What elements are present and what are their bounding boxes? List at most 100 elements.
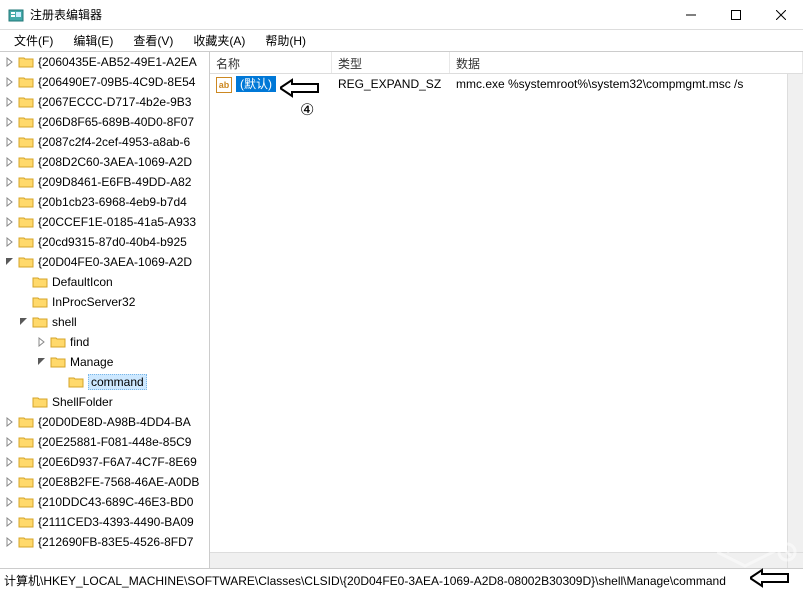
scrollbar-corner: [787, 553, 803, 568]
tree-node[interactable]: Manage: [0, 352, 209, 372]
tree-node[interactable]: shell: [0, 312, 209, 332]
tree-node[interactable]: {210DDC43-689C-46E3-BD0: [0, 492, 209, 512]
tree-node[interactable]: {20E6D937-F6A7-4C7F-8E69: [0, 452, 209, 472]
expand-icon[interactable]: [4, 536, 16, 548]
tree-node-label: {20cd9315-87d0-40b4-b925: [38, 235, 187, 249]
folder-icon: [18, 195, 34, 209]
menu-help[interactable]: 帮助(H): [255, 30, 316, 51]
folder-icon: [18, 255, 34, 269]
minimize-button[interactable]: [668, 0, 713, 30]
tree-node[interactable]: find: [0, 332, 209, 352]
tree-node[interactable]: {20cd9315-87d0-40b4-b925: [0, 232, 209, 252]
list-scrollbar-vertical[interactable]: [787, 74, 803, 552]
folder-icon: [50, 355, 66, 369]
tree-node-label: {20E6D937-F6A7-4C7F-8E69: [38, 455, 197, 469]
tree-node-label: {2060435E-AB52-49E1-A2EA: [38, 55, 197, 69]
tree-node-label: {20E25881-F081-448e-85C9: [38, 435, 191, 449]
tree-node[interactable]: {206490E7-09B5-4C9D-8E54: [0, 72, 209, 92]
expand-icon: [54, 376, 66, 388]
folder-icon: [18, 515, 34, 529]
expand-icon[interactable]: [4, 416, 16, 428]
expand-icon[interactable]: [4, 436, 16, 448]
collapse-icon[interactable]: [36, 356, 48, 368]
registry-tree[interactable]: {2060435E-AB52-49E1-A2EA {206490E7-09B5-4…: [0, 52, 210, 568]
tree-node[interactable]: {2087c2f4-2cef-4953-a8ab-6: [0, 132, 209, 152]
folder-icon: [18, 495, 34, 509]
tree-node-label: {20E8B2FE-7568-46AE-A0DB: [38, 475, 199, 489]
tree-node[interactable]: {206D8F65-689B-40D0-8F07: [0, 112, 209, 132]
tree-node[interactable]: {20D04FE0-3AEA-1069-A2D: [0, 252, 209, 272]
status-path: 计算机\HKEY_LOCAL_MACHINE\SOFTWARE\Classes\…: [4, 572, 726, 589]
tree-node-label: {210DDC43-689C-46E3-BD0: [38, 495, 193, 509]
menu-bar: 文件(F) 编辑(E) 查看(V) 收藏夹(A) 帮助(H): [0, 30, 803, 52]
tree-node[interactable]: command: [0, 372, 209, 392]
folder-icon: [32, 395, 48, 409]
tree-node[interactable]: {20E8B2FE-7568-46AE-A0DB: [0, 472, 209, 492]
column-header-type[interactable]: 类型: [332, 52, 450, 73]
tree-node[interactable]: InProcServer32: [0, 292, 209, 312]
tree-node[interactable]: {20D0DE8D-A98B-4DD4-BA: [0, 412, 209, 432]
expand-icon[interactable]: [4, 156, 16, 168]
tree-node-label: {2111CED3-4393-4490-BA09: [38, 515, 194, 529]
tree-node-label: {20CCEF1E-0185-41a5-A933: [38, 215, 196, 229]
folder-icon: [18, 455, 34, 469]
expand-icon[interactable]: [36, 336, 48, 348]
expand-icon[interactable]: [4, 196, 16, 208]
column-header-data[interactable]: 数据: [450, 52, 803, 73]
tree-node[interactable]: {2067ECCC-D717-4b2e-9B3: [0, 92, 209, 112]
value-list-pane: 名称 类型 数据 ab(默认) REG_EXPAND_SZ mmc.exe %s…: [210, 52, 803, 568]
menu-edit[interactable]: 编辑(E): [63, 30, 123, 51]
folder-icon: [18, 535, 34, 549]
expand-icon[interactable]: [4, 516, 16, 528]
expand-icon[interactable]: [4, 476, 16, 488]
list-scrollbar-horizontal[interactable]: [210, 553, 787, 568]
tree-node[interactable]: {209D8461-E6FB-49DD-A82: [0, 172, 209, 192]
folder-icon: [18, 435, 34, 449]
column-header-name[interactable]: 名称: [210, 52, 332, 73]
tree-node[interactable]: {2060435E-AB52-49E1-A2EA: [0, 52, 209, 72]
menu-favorites[interactable]: 收藏夹(A): [183, 30, 255, 51]
tree-node[interactable]: ShellFolder: [0, 392, 209, 412]
expand-icon: [18, 276, 30, 288]
tree-node-label: {20D0DE8D-A98B-4DD4-BA: [38, 415, 191, 429]
collapse-icon[interactable]: [4, 256, 16, 268]
list-footer: [210, 552, 803, 568]
expand-icon[interactable]: [4, 76, 16, 88]
expand-icon[interactable]: [4, 56, 16, 68]
close-button[interactable]: [758, 0, 803, 30]
tree-node[interactable]: {20E25881-F081-448e-85C9: [0, 432, 209, 452]
expand-icon[interactable]: [4, 236, 16, 248]
folder-icon: [18, 75, 34, 89]
collapse-icon[interactable]: [18, 316, 30, 328]
folder-icon: [18, 175, 34, 189]
tree-node[interactable]: {212690FB-83E5-4526-8FD7: [0, 532, 209, 552]
expand-icon[interactable]: [4, 136, 16, 148]
title-bar: 注册表编辑器: [0, 0, 803, 30]
expand-icon[interactable]: [4, 96, 16, 108]
tree-node-label: {2067ECCC-D717-4b2e-9B3: [38, 95, 191, 109]
maximize-button[interactable]: [713, 0, 758, 30]
tree-node[interactable]: {2111CED3-4393-4490-BA09: [0, 512, 209, 532]
expand-icon[interactable]: [4, 176, 16, 188]
folder-icon: [18, 415, 34, 429]
tree-node[interactable]: {20CCEF1E-0185-41a5-A933: [0, 212, 209, 232]
tree-node-label: {209D8461-E6FB-49DD-A82: [38, 175, 191, 189]
value-row[interactable]: ab(默认) REG_EXPAND_SZ mmc.exe %systemroot…: [210, 74, 803, 94]
tree-node[interactable]: {20b1cb23-6968-4eb9-b7d4: [0, 192, 209, 212]
tree-node-label: {208D2C60-3AEA-1069-A2D: [38, 155, 192, 169]
expand-icon[interactable]: [4, 456, 16, 468]
expand-icon[interactable]: [4, 496, 16, 508]
expand-icon: [18, 296, 30, 308]
value-cell-name[interactable]: ab(默认): [210, 75, 332, 93]
status-bar: 计算机\HKEY_LOCAL_MACHINE\SOFTWARE\Classes\…: [0, 568, 803, 592]
expand-icon[interactable]: [4, 216, 16, 228]
expand-icon[interactable]: [4, 116, 16, 128]
menu-view[interactable]: 查看(V): [123, 30, 183, 51]
tree-node[interactable]: DefaultIcon: [0, 272, 209, 292]
string-value-icon: ab: [216, 77, 232, 93]
tree-node[interactable]: {208D2C60-3AEA-1069-A2D: [0, 152, 209, 172]
menu-file[interactable]: 文件(F): [4, 30, 63, 51]
tree-node-label: {20b1cb23-6968-4eb9-b7d4: [38, 195, 187, 209]
folder-icon: [18, 475, 34, 489]
tree-node-label: find: [70, 335, 89, 349]
